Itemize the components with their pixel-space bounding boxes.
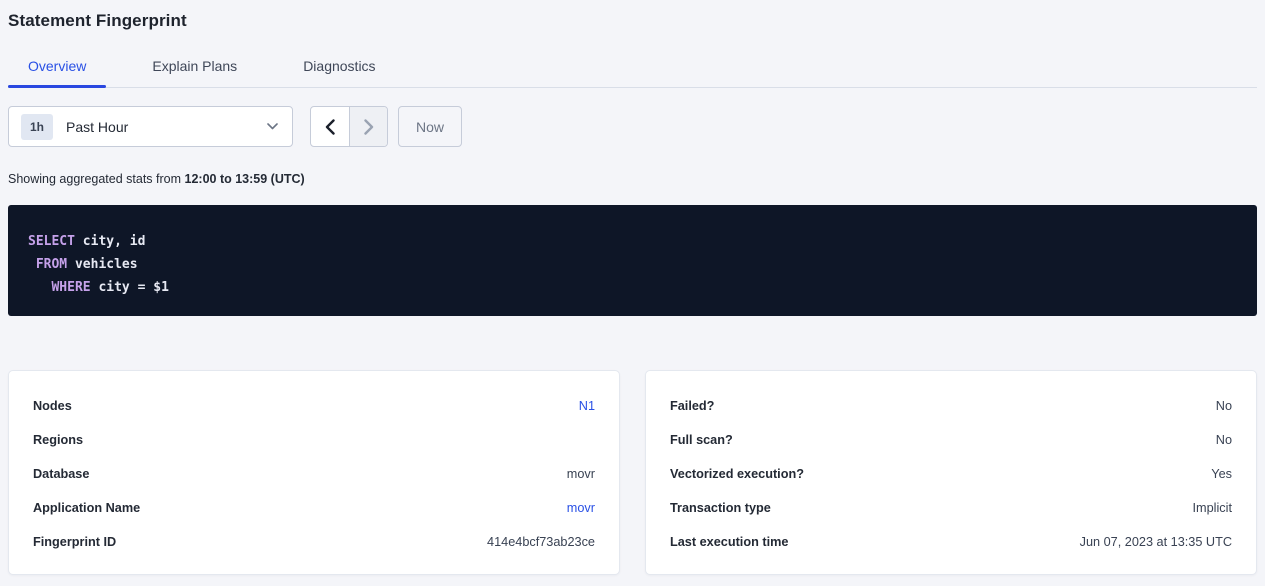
sql-statement-box: SELECT city, id FROM vehicles WHERE city… (8, 205, 1257, 316)
table-row: Nodes N1 (33, 389, 595, 423)
table-row: Failed? No (670, 389, 1232, 423)
tab-diagnostics[interactable]: Diagnostics (283, 50, 395, 87)
chevron-down-icon (267, 123, 278, 130)
aggregated-stats-range: 12:00 to 13:59 (UTC) (185, 172, 305, 186)
table-row: Full scan? No (670, 423, 1232, 457)
prev-time-button[interactable] (311, 107, 349, 146)
aggregated-stats-text: Showing aggregated stats from 12:00 to 1… (8, 172, 1257, 186)
now-button[interactable]: Now (398, 106, 462, 147)
execution-details-card: Failed? No Full scan? No Vectorized exec… (645, 370, 1257, 575)
time-step-group (310, 106, 388, 147)
row-label: Last execution time (670, 535, 788, 549)
sql-keyword: SELECT (28, 234, 75, 249)
table-row: Transaction type Implicit (670, 491, 1232, 525)
row-label: Nodes (33, 399, 72, 413)
tab-explain-plans[interactable]: Explain Plans (132, 50, 257, 87)
app-name-link[interactable]: movr (567, 501, 595, 515)
tab-bar: Overview Explain Plans Diagnostics (8, 50, 1257, 88)
row-value: No (1216, 399, 1232, 413)
nodes-link[interactable]: N1 (579, 399, 595, 413)
statement-details-card: Nodes N1 Regions Database movr Applicati… (8, 370, 620, 575)
row-label: Database (33, 467, 89, 481)
table-row: Application Name movr (33, 491, 595, 525)
detail-cards: Nodes N1 Regions Database movr Applicati… (8, 370, 1257, 575)
row-label: Fingerprint ID (33, 535, 116, 549)
table-row: Database movr (33, 457, 595, 491)
page-title: Statement Fingerprint (8, 0, 1257, 31)
time-toolbar: 1h Past Hour Now (8, 106, 1257, 147)
sql-keyword: FROM (36, 257, 67, 272)
row-value: No (1216, 433, 1232, 447)
table-row: Vectorized execution? Yes (670, 457, 1232, 491)
row-value: 414e4bcf73ab23ce (487, 535, 595, 549)
row-label: Full scan? (670, 433, 733, 447)
next-time-button[interactable] (349, 107, 387, 146)
row-label: Failed? (670, 399, 714, 413)
row-value: Jun 07, 2023 at 13:35 UTC (1080, 535, 1232, 549)
chevron-left-icon (325, 119, 335, 135)
row-value: Yes (1211, 467, 1232, 481)
sql-keyword: WHERE (51, 280, 90, 295)
row-label: Regions (33, 433, 83, 447)
aggregated-stats-prefix: Showing aggregated stats from (8, 172, 185, 186)
time-range-picker[interactable]: 1h Past Hour (8, 106, 293, 147)
row-label: Application Name (33, 501, 140, 515)
tab-overview[interactable]: Overview (8, 50, 106, 87)
table-row: Regions (33, 423, 595, 457)
time-range-label: Past Hour (66, 119, 267, 135)
table-row: Fingerprint ID 414e4bcf73ab23ce (33, 525, 595, 559)
table-row: Last execution time Jun 07, 2023 at 13:3… (670, 525, 1232, 559)
row-label: Transaction type (670, 501, 771, 515)
row-value: movr (567, 467, 595, 481)
row-label: Vectorized execution? (670, 467, 804, 481)
row-value: Implicit (1193, 501, 1232, 515)
time-range-badge: 1h (21, 114, 53, 140)
chevron-right-icon (364, 119, 374, 135)
